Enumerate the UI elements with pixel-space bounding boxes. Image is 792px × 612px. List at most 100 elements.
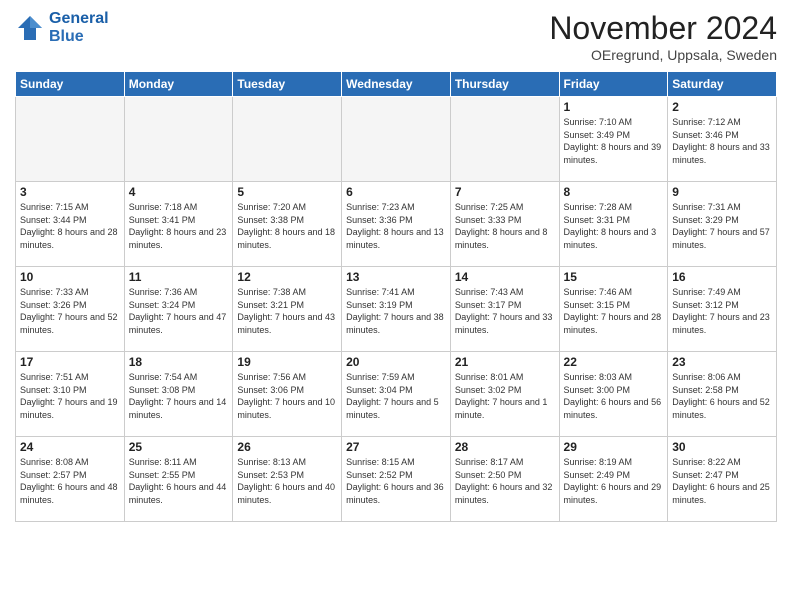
- day-number: 10: [20, 270, 120, 284]
- day-info: Sunrise: 7:36 AMSunset: 3:24 PMDaylight:…: [129, 286, 229, 336]
- calendar-page: General Blue November 2024 OEregrund, Up…: [0, 0, 792, 612]
- weekday-header-row: SundayMondayTuesdayWednesdayThursdayFrid…: [16, 72, 777, 97]
- day-info: Sunrise: 7:56 AMSunset: 3:06 PMDaylight:…: [237, 371, 337, 421]
- day-number: 18: [129, 355, 229, 369]
- day-number: 24: [20, 440, 120, 454]
- day-info: Sunrise: 7:23 AMSunset: 3:36 PMDaylight:…: [346, 201, 446, 251]
- calendar-cell: 13Sunrise: 7:41 AMSunset: 3:19 PMDayligh…: [342, 267, 451, 352]
- day-number: 19: [237, 355, 337, 369]
- day-number: 21: [455, 355, 555, 369]
- weekday-header-sunday: Sunday: [16, 72, 125, 97]
- weekday-header-wednesday: Wednesday: [342, 72, 451, 97]
- calendar-cell: 7 Sunrise: 7:25 AMSunset: 3:33 PMDaylight…: [450, 182, 559, 267]
- calendar-cell: 4 Sunrise: 7:18 AMSunset: 3:41 PMDaylight…: [124, 182, 233, 267]
- day-info: Sunrise: 8:19 AMSunset: 2:49 PMDaylight:…: [564, 456, 664, 506]
- day-number: 4: [129, 185, 229, 199]
- calendar-cell: 18 Sunrise: 7:54 AMSunset: 3:08 PMDayligh…: [124, 352, 233, 437]
- calendar-cell: 14 Sunrise: 7:43 AMSunset: 3:17 PMDayligh…: [450, 267, 559, 352]
- weekday-header-thursday: Thursday: [450, 72, 559, 97]
- weekday-header-monday: Monday: [124, 72, 233, 97]
- day-number: 5: [237, 185, 337, 199]
- day-info: Sunrise: 8:11 AMSunset: 2:55 PMDaylight:…: [129, 456, 229, 506]
- day-info: Sunrise: 7:25 AMSunset: 3:33 PMDaylight:…: [455, 201, 555, 251]
- header: General Blue November 2024 OEregrund, Up…: [15, 10, 777, 63]
- day-info: Sunrise: 7:12 AMSunset: 3:46 PMDaylight:…: [672, 116, 772, 166]
- day-info: Sunrise: 7:38 AMSunset: 3:21 PMDaylight:…: [237, 286, 337, 336]
- calendar-cell: 20Sunrise: 7:59 AMSunset: 3:04 PMDayligh…: [342, 352, 451, 437]
- weekday-header-saturday: Saturday: [668, 72, 777, 97]
- day-number: 26: [237, 440, 337, 454]
- day-number: 11: [129, 270, 229, 284]
- day-number: 28: [455, 440, 555, 454]
- calendar-cell: 21 Sunrise: 8:01 AMSunset: 3:02 PMDayligh…: [450, 352, 559, 437]
- day-info: Sunrise: 8:03 AMSunset: 3:00 PMDaylight:…: [564, 371, 664, 421]
- calendar-cell: 9 Sunrise: 7:31 AMSunset: 3:29 PMDaylight…: [668, 182, 777, 267]
- calendar-cell: 28 Sunrise: 8:17 AMSunset: 2:50 PMDayligh…: [450, 437, 559, 522]
- day-info: Sunrise: 7:20 AMSunset: 3:38 PMDaylight:…: [237, 201, 337, 251]
- day-number: 16: [672, 270, 772, 284]
- day-info: Sunrise: 7:43 AMSunset: 3:17 PMDaylight:…: [455, 286, 555, 336]
- day-number: 17: [20, 355, 120, 369]
- day-number: 30: [672, 440, 772, 454]
- month-title: November 2024: [549, 10, 777, 47]
- day-info: Sunrise: 7:49 AMSunset: 3:12 PMDaylight:…: [672, 286, 772, 336]
- weekday-header-friday: Friday: [559, 72, 668, 97]
- day-info: Sunrise: 8:01 AMSunset: 3:02 PMDaylight:…: [455, 371, 555, 421]
- logo-icon: [15, 13, 45, 43]
- week-row-3: 10 Sunrise: 7:33 AMSunset: 3:26 PMDayligh…: [16, 267, 777, 352]
- calendar-table: SundayMondayTuesdayWednesdayThursdayFrid…: [15, 71, 777, 522]
- day-number: 3: [20, 185, 120, 199]
- calendar-cell: [16, 97, 125, 182]
- calendar-cell: [342, 97, 451, 182]
- location: OEregrund, Uppsala, Sweden: [549, 47, 777, 63]
- day-info: Sunrise: 7:54 AMSunset: 3:08 PMDaylight:…: [129, 371, 229, 421]
- calendar-cell: [450, 97, 559, 182]
- day-number: 15: [564, 270, 664, 284]
- day-number: 23: [672, 355, 772, 369]
- day-number: 14: [455, 270, 555, 284]
- week-row-5: 24Sunrise: 8:08 AMSunset: 2:57 PMDayligh…: [16, 437, 777, 522]
- calendar-cell: 16 Sunrise: 7:49 AMSunset: 3:12 PMDayligh…: [668, 267, 777, 352]
- calendar-cell: 19 Sunrise: 7:56 AMSunset: 3:06 PMDayligh…: [233, 352, 342, 437]
- day-number: 22: [564, 355, 664, 369]
- logo: General Blue: [15, 10, 109, 45]
- title-block: November 2024 OEregrund, Uppsala, Sweden: [549, 10, 777, 63]
- day-info: Sunrise: 7:33 AMSunset: 3:26 PMDaylight:…: [20, 286, 120, 336]
- calendar-cell: 24Sunrise: 8:08 AMSunset: 2:57 PMDayligh…: [16, 437, 125, 522]
- day-info: Sunrise: 8:06 AMSunset: 2:58 PMDaylight:…: [672, 371, 772, 421]
- calendar-cell: 2 Sunrise: 7:12 AMSunset: 3:46 PMDaylight…: [668, 97, 777, 182]
- calendar-cell: 27Sunrise: 8:15 AMSunset: 2:52 PMDayligh…: [342, 437, 451, 522]
- calendar-cell: 17 Sunrise: 7:51 AMSunset: 3:10 PMDayligh…: [16, 352, 125, 437]
- day-number: 8: [564, 185, 664, 199]
- day-info: Sunrise: 7:51 AMSunset: 3:10 PMDaylight:…: [20, 371, 120, 421]
- calendar-cell: 3 Sunrise: 7:15 AMSunset: 3:44 PMDaylight…: [16, 182, 125, 267]
- day-number: 2: [672, 100, 772, 114]
- day-info: Sunrise: 8:22 AMSunset: 2:47 PMDaylight:…: [672, 456, 772, 506]
- calendar-cell: 30 Sunrise: 8:22 AMSunset: 2:47 PMDayligh…: [668, 437, 777, 522]
- day-info: Sunrise: 7:10 AMSunset: 3:49 PMDaylight:…: [564, 116, 664, 166]
- day-info: Sunrise: 8:15 AMSunset: 2:52 PMDaylight:…: [346, 456, 446, 506]
- calendar-cell: 10 Sunrise: 7:33 AMSunset: 3:26 PMDayligh…: [16, 267, 125, 352]
- day-number: 13: [346, 270, 446, 284]
- logo-text: General Blue: [49, 10, 109, 45]
- day-info: Sunrise: 8:17 AMSunset: 2:50 PMDaylight:…: [455, 456, 555, 506]
- day-number: 6: [346, 185, 446, 199]
- day-info: Sunrise: 7:31 AMSunset: 3:29 PMDaylight:…: [672, 201, 772, 251]
- calendar-cell: 8 Sunrise: 7:28 AMSunset: 3:31 PMDaylight…: [559, 182, 668, 267]
- day-info: Sunrise: 7:28 AMSunset: 3:31 PMDaylight:…: [564, 201, 664, 251]
- day-number: 7: [455, 185, 555, 199]
- day-info: Sunrise: 7:15 AMSunset: 3:44 PMDaylight:…: [20, 201, 120, 251]
- calendar-cell: [124, 97, 233, 182]
- calendar-cell: 1 Sunrise: 7:10 AMSunset: 3:49 PMDaylight…: [559, 97, 668, 182]
- calendar-cell: 23 Sunrise: 8:06 AMSunset: 2:58 PMDayligh…: [668, 352, 777, 437]
- day-number: 1: [564, 100, 664, 114]
- calendar-cell: [233, 97, 342, 182]
- calendar-cell: 12Sunrise: 7:38 AMSunset: 3:21 PMDayligh…: [233, 267, 342, 352]
- calendar-cell: 5 Sunrise: 7:20 AMSunset: 3:38 PMDaylight…: [233, 182, 342, 267]
- week-row-1: 1 Sunrise: 7:10 AMSunset: 3:49 PMDaylight…: [16, 97, 777, 182]
- day-info: Sunrise: 7:18 AMSunset: 3:41 PMDaylight:…: [129, 201, 229, 251]
- day-number: 9: [672, 185, 772, 199]
- weekday-header-tuesday: Tuesday: [233, 72, 342, 97]
- calendar-cell: 6 Sunrise: 7:23 AMSunset: 3:36 PMDaylight…: [342, 182, 451, 267]
- day-number: 25: [129, 440, 229, 454]
